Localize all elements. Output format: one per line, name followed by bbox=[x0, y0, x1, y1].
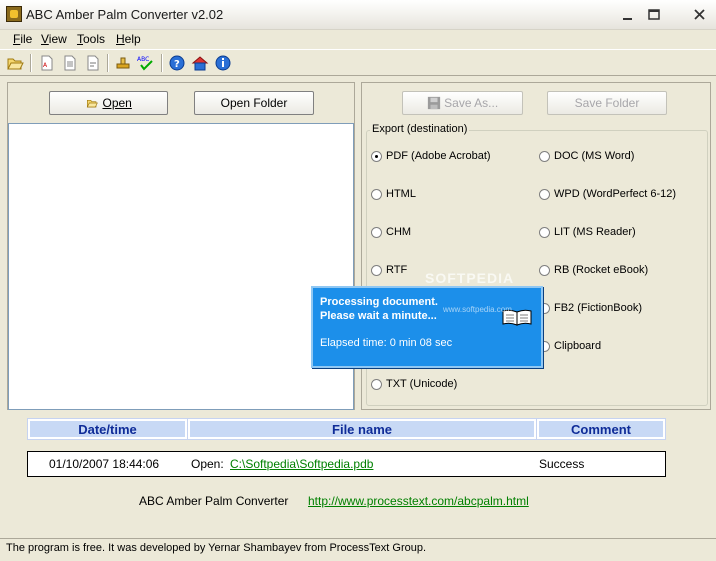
radio-dot bbox=[371, 227, 382, 238]
close-button[interactable] bbox=[689, 4, 711, 26]
minimize-button[interactable] bbox=[617, 4, 639, 26]
save-as-button[interactable]: Save As... bbox=[402, 91, 523, 115]
radio-dot bbox=[539, 189, 550, 200]
rtf-doc-icon[interactable] bbox=[84, 54, 102, 72]
softpedia-watermark: SOFTPEDIA bbox=[425, 270, 515, 286]
column-header-comment[interactable]: Comment bbox=[536, 418, 666, 440]
open-button[interactable]: Open bbox=[49, 91, 168, 115]
window-title: ABC Amber Palm Converter v2.02 bbox=[26, 7, 224, 22]
footer-app-name: ABC Amber Palm Converter bbox=[139, 494, 289, 508]
popup-line-1: Processing document. bbox=[320, 296, 438, 308]
toolbar-separator bbox=[161, 54, 163, 72]
menu-view[interactable]: View bbox=[41, 32, 67, 46]
column-header-datetime[interactable]: Date/time bbox=[27, 418, 188, 440]
popup-line-2: Please wait a minute... bbox=[320, 310, 437, 322]
info-icon[interactable] bbox=[214, 54, 232, 72]
floppy-disk-icon bbox=[427, 96, 440, 110]
row-datetime: 01/10/2007 18:44:06 bbox=[49, 457, 160, 471]
radio-dot bbox=[539, 151, 550, 162]
radio-fb2-label: FB2 (FictionBook) bbox=[554, 302, 643, 314]
pdf-doc-icon[interactable]: A bbox=[38, 54, 56, 72]
radio-txt-label: TXT (Unicode) bbox=[386, 378, 458, 390]
menu-help[interactable]: Help bbox=[116, 32, 141, 46]
open-folder-button[interactable]: Open Folder bbox=[194, 91, 314, 115]
radio-dot bbox=[371, 265, 382, 276]
row-prefix: Open: bbox=[191, 457, 224, 471]
column-header-filename[interactable]: File name bbox=[187, 418, 537, 440]
toolbar: A ABC ? bbox=[0, 49, 716, 76]
export-group-title: Export (destination) bbox=[370, 123, 470, 135]
spellcheck-icon[interactable]: ABC bbox=[137, 54, 155, 72]
radio-lit-label: LIT (MS Reader) bbox=[554, 226, 636, 238]
title-bar[interactable]: ABC Amber Palm Converter v2.02 bbox=[0, 0, 716, 30]
footer-url-link[interactable]: http://www.processtext.com/abcpalm.html bbox=[308, 494, 529, 508]
progress-popup: Processing document. Please wait a minut… bbox=[311, 286, 543, 368]
radio-doc-label: DOC (MS Word) bbox=[554, 150, 635, 162]
svg-text:ABC: ABC bbox=[137, 56, 149, 63]
save-folder-button[interactable]: Save Folder bbox=[547, 91, 667, 115]
stamp-icon[interactable] bbox=[114, 54, 132, 72]
app-icon[interactable] bbox=[6, 6, 22, 22]
radio-chm-label: CHM bbox=[386, 226, 412, 238]
radio-html-label: HTML bbox=[386, 188, 416, 200]
status-bar: The program is free. It was developed by… bbox=[0, 538, 716, 561]
toolbar-separator bbox=[107, 54, 109, 72]
open-folder-icon bbox=[86, 100, 99, 108]
toolbar-separator bbox=[30, 54, 32, 72]
radio-rb-label: RB (Rocket eBook) bbox=[554, 264, 649, 276]
source-panel: Open Open Folder bbox=[7, 82, 355, 410]
save-as-label: Save As... bbox=[444, 96, 499, 110]
radio-rtf-label: RTF bbox=[386, 264, 408, 276]
table-row[interactable]: 01/10/2007 18:44:06 Open: C:\Softpedia\S… bbox=[27, 451, 666, 477]
row-comment: Success bbox=[539, 457, 585, 471]
radio-dot bbox=[371, 189, 382, 200]
help-icon[interactable]: ? bbox=[168, 54, 186, 72]
menu-tools[interactable]: Tools bbox=[77, 32, 105, 46]
main-window: ABC Amber Palm Converter v2.02 File View… bbox=[0, 0, 716, 561]
open-button-label: Open bbox=[102, 96, 132, 110]
file-list[interactable] bbox=[8, 123, 354, 410]
radio-dot bbox=[539, 227, 550, 238]
menu-bar: File View Tools Help bbox=[0, 30, 716, 48]
watermark-url: www.softpedia.com bbox=[443, 305, 512, 314]
svg-text:?: ? bbox=[174, 59, 180, 70]
maximize-button[interactable] bbox=[643, 4, 665, 26]
home-icon[interactable] bbox=[191, 54, 209, 72]
row-file-link[interactable]: C:\Softpedia\Softpedia.pdb bbox=[230, 457, 373, 471]
radio-dot bbox=[539, 265, 550, 276]
elapsed-time: Elapsed time: 0 min 08 sec bbox=[320, 337, 453, 349]
radio-dot bbox=[371, 379, 382, 390]
radio-pdf-label: PDF (Adobe Acrobat) bbox=[386, 150, 491, 162]
radio-wpd-label: WPD (WordPerfect 6-12) bbox=[554, 188, 677, 200]
radio-clipboard-label: Clipboard bbox=[554, 340, 602, 352]
doc-icon[interactable] bbox=[61, 54, 79, 72]
menu-file[interactable]: File bbox=[13, 32, 32, 46]
open-folder-icon[interactable] bbox=[6, 54, 24, 72]
radio-dot bbox=[371, 151, 382, 162]
